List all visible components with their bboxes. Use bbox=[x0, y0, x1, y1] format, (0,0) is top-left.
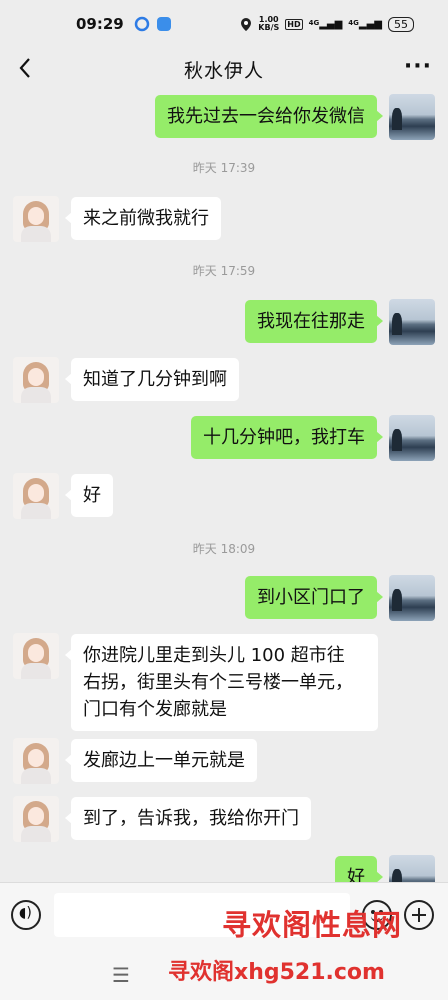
message-line: 你进院儿里走到头儿 100 超市往 bbox=[83, 645, 345, 666]
voice-icon[interactable]: ◖) bbox=[11, 900, 41, 930]
watermark-text: 寻欢阁性息网 bbox=[222, 908, 403, 942]
status-bar: 09:29 1.00 KB/S HD 4G▂▄▆ 4G▂▄▆ 55 bbox=[0, 0, 448, 48]
message-row: 你进院儿里走到头儿 100 超市往 右拐，街里头有个三号楼一单元， 门口有个发廊… bbox=[0, 630, 448, 731]
my-avatar[interactable] bbox=[389, 299, 435, 345]
watermark-url: 寻欢阁xhg521.com bbox=[168, 960, 385, 985]
contact-message-bubble[interactable]: 来之前微我就行 bbox=[65, 197, 221, 240]
back-arrow-icon[interactable] bbox=[12, 54, 40, 82]
message-line: 右拐，街里头有个三号楼一单元， bbox=[83, 672, 353, 693]
message-row: 知道了几分钟到啊 bbox=[0, 354, 448, 410]
location-icon bbox=[241, 17, 252, 31]
my-avatar[interactable] bbox=[389, 94, 435, 140]
message-row: 发廊边上一单元就是 bbox=[0, 735, 448, 791]
my-avatar[interactable] bbox=[389, 855, 435, 882]
my-message-bubble[interactable]: 到小区门口了 bbox=[245, 576, 383, 619]
my-message-bubble[interactable]: 十几分钟吧，我打车 bbox=[191, 416, 383, 459]
message-row: 好 bbox=[0, 470, 448, 526]
message-row: 我现在往那走 bbox=[0, 296, 448, 352]
message-row: 到小区门口了 bbox=[0, 572, 448, 628]
timestamp: 昨天 17:59 bbox=[192, 264, 256, 278]
contact-message-bubble[interactable]: 发廊边上一单元就是 bbox=[65, 739, 257, 782]
message-line: 门口有个发廊就是 bbox=[83, 699, 227, 720]
contact-avatar[interactable] bbox=[13, 196, 59, 242]
contact-avatar[interactable] bbox=[13, 738, 59, 784]
timestamp: 昨天 17:39 bbox=[192, 161, 256, 175]
more-options-button[interactable]: ··· bbox=[404, 54, 432, 79]
message-row: 十几分钟吧，我打车 bbox=[0, 412, 448, 468]
message-row: 好 bbox=[0, 852, 448, 882]
battery-indicator: 55 bbox=[388, 16, 414, 32]
signal-2: 4G▂▄▆ bbox=[348, 18, 382, 30]
app-notification-icon bbox=[134, 16, 149, 32]
status-time: 09:29 bbox=[76, 15, 124, 33]
contact-message-bubble[interactable]: 你进院儿里走到头儿 100 超市往 右拐，街里头有个三号楼一单元， 门口有个发廊… bbox=[65, 634, 378, 731]
app-badge-icon bbox=[156, 17, 171, 31]
chat-header: 秋水伊人 ··· bbox=[0, 48, 448, 90]
my-message-bubble[interactable]: 我现在往那走 bbox=[245, 300, 383, 343]
timestamp: 昨天 18:09 bbox=[192, 542, 256, 556]
my-avatar[interactable] bbox=[389, 575, 435, 621]
notification-icons bbox=[134, 16, 172, 32]
contact-message-bubble[interactable]: 知道了几分钟到啊 bbox=[65, 358, 239, 401]
menu-icon[interactable]: ☰ bbox=[112, 963, 130, 987]
contact-message-bubble[interactable]: 到了，告诉我，我给你开门 bbox=[65, 797, 311, 840]
hd-badge: HD bbox=[285, 18, 303, 30]
contact-avatar[interactable] bbox=[13, 633, 59, 679]
contact-message-bubble[interactable]: 好 bbox=[65, 474, 113, 517]
contact-avatar[interactable] bbox=[13, 473, 59, 519]
my-avatar[interactable] bbox=[389, 415, 435, 461]
message-row: 我先过去一会给你发微信 bbox=[0, 90, 448, 146]
my-message-bubble[interactable]: 我先过去一会给你发微信 bbox=[155, 95, 383, 138]
contact-avatar[interactable] bbox=[13, 796, 59, 842]
message-row: 到了，告诉我，我给你开门 bbox=[0, 793, 448, 849]
message-row: 来之前微我就行 bbox=[0, 192, 448, 248]
chat-title: 秋水伊人 bbox=[183, 59, 264, 82]
net-speed: 1.00 KB/S bbox=[258, 15, 280, 32]
signal-1: 4G▂▄▆ bbox=[308, 18, 343, 30]
plus-icon[interactable] bbox=[404, 900, 434, 930]
message-list[interactable]: 我先过去一会给你发微信 昨天 17:39 来之前微我就行 昨天 17:59 我现… bbox=[0, 90, 448, 882]
status-right: 1.00 KB/S HD 4G▂▄▆ 4G▂▄▆ 55 bbox=[240, 16, 414, 32]
contact-avatar[interactable] bbox=[13, 357, 59, 403]
my-message-bubble[interactable]: 好 bbox=[335, 856, 383, 882]
